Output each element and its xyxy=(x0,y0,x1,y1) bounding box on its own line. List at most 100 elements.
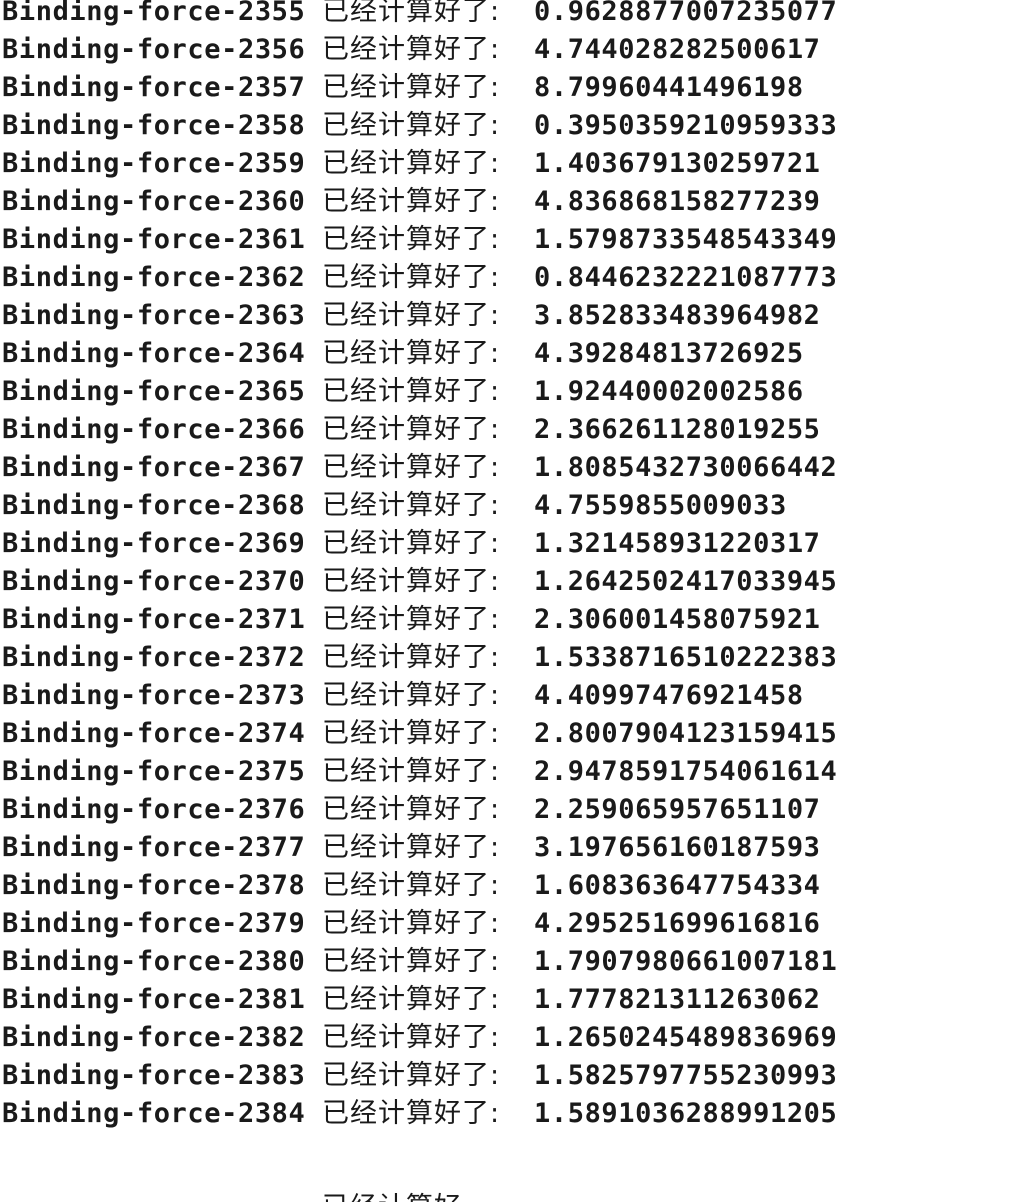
status-message: 已经计算好了: xyxy=(322,110,501,141)
binding-force-id: Binding-force-2355 xyxy=(2,0,306,27)
partial-output-line: 已经计算好 xyxy=(322,1192,462,1202)
binding-force-id: Binding-force-2379 xyxy=(2,908,306,939)
binding-force-id: Binding-force-2360 xyxy=(2,186,306,217)
binding-force-id: Binding-force-2358 xyxy=(2,110,306,141)
binding-force-id: Binding-force-2382 xyxy=(2,1022,306,1053)
binding-force-id: Binding-force-2383 xyxy=(2,1060,306,1091)
computed-value: 1.5891036288991205 xyxy=(534,1098,838,1129)
status-message: 已经计算好了: xyxy=(322,1098,501,1129)
computed-value: 3.197656160187593 xyxy=(534,832,821,863)
status-message: 已经计算好了: xyxy=(322,946,501,977)
output-line: Binding-force-2376 已经计算好了: 2.2590659576511… xyxy=(0,794,1032,834)
binding-force-id: Binding-force-2366 xyxy=(2,414,306,445)
output-line: Binding-force-2369 已经计算好了: 1.3214589312203… xyxy=(0,528,1032,568)
binding-force-id: Binding-force-2367 xyxy=(2,452,306,483)
computed-value: 1.2642502417033945 xyxy=(534,566,838,597)
binding-force-id: Binding-force-2373 xyxy=(2,680,306,711)
computed-value: 4.295251699616816 xyxy=(534,908,821,939)
computed-value: 1.5825797755230993 xyxy=(534,1060,838,1091)
binding-force-id: Binding-force-2357 xyxy=(2,72,306,103)
binding-force-id: Binding-force-2370 xyxy=(2,566,306,597)
output-line: Binding-force-2360 已经计算好了: 4.8368681582772… xyxy=(0,186,1032,226)
output-line: Binding-force-2371 已经计算好了: 2.3060014580759… xyxy=(0,604,1032,644)
computed-value: 1.777821311263062 xyxy=(534,984,821,1015)
computed-value: 0.9628877007235077 xyxy=(534,0,838,27)
output-line: Binding-force-2366 已经计算好了: 2.3662611280192… xyxy=(0,414,1032,454)
status-message: 已经计算好了: xyxy=(322,832,501,863)
output-line: Binding-force-2378 已经计算好了: 1.6083636477543… xyxy=(0,870,1032,910)
computed-value: 0.8446232221087773 xyxy=(534,262,838,293)
status-message: 已经计算好了: xyxy=(322,1022,501,1053)
computed-value: 4.40997476921458 xyxy=(534,680,804,711)
status-message: 已经计算好了: xyxy=(322,680,501,711)
output-line: Binding-force-2361 已经计算好了: 1.5798733548543… xyxy=(0,224,1032,264)
binding-force-id: Binding-force-2369 xyxy=(2,528,306,559)
status-message: 已经计算好了: xyxy=(322,528,501,559)
binding-force-id: Binding-force-2377 xyxy=(2,832,306,863)
status-message: 已经计算好了: xyxy=(322,338,501,369)
computed-value: 2.8007904123159415 xyxy=(534,718,838,749)
output-line: Binding-force-2370 已经计算好了: 1.2642502417033… xyxy=(0,566,1032,606)
status-message: 已经计算好了: xyxy=(322,566,501,597)
output-line: Binding-force-2382 已经计算好了: 1.2650245489836… xyxy=(0,1022,1032,1062)
binding-force-id: Binding-force-2372 xyxy=(2,642,306,673)
computed-value: 0.3950359210959333 xyxy=(534,110,838,141)
output-line: Binding-force-2384 已经计算好了: 1.5891036288991… xyxy=(0,1098,1032,1138)
computed-value: 2.306001458075921 xyxy=(534,604,821,635)
status-message: 已经计算好了: xyxy=(322,794,501,825)
binding-force-id: Binding-force-2359 xyxy=(2,148,306,179)
status-message: 已经计算好了: xyxy=(322,756,501,787)
status-message: 已经计算好了: xyxy=(322,148,501,179)
computed-value: 1.8085432730066442 xyxy=(534,452,838,483)
status-message: 已经计算好了: xyxy=(322,718,501,749)
partial-line-text: 已经计算好 xyxy=(322,1192,462,1202)
console-output: Binding-force-2355 已经计算好了: 0.9628877007235… xyxy=(0,0,1032,1202)
output-line: Binding-force-2379 已经计算好了: 4.2952516996168… xyxy=(0,908,1032,948)
status-message: 已经计算好了: xyxy=(322,72,501,103)
binding-force-id: Binding-force-2365 xyxy=(2,376,306,407)
output-line: Binding-force-2373 已经计算好了: 4.4099747692145… xyxy=(0,680,1032,720)
computed-value: 4.39284813726925 xyxy=(534,338,804,369)
computed-value: 1.403679130259721 xyxy=(534,148,821,179)
output-line: Binding-force-2375 已经计算好了: 2.9478591754061… xyxy=(0,756,1032,796)
status-message: 已经计算好了: xyxy=(322,452,501,483)
status-message: 已经计算好了: xyxy=(322,300,501,331)
output-line: Binding-force-2367 已经计算好了: 1.8085432730066… xyxy=(0,452,1032,492)
computed-value: 1.321458931220317 xyxy=(534,528,821,559)
binding-force-id: Binding-force-2356 xyxy=(2,34,306,65)
status-message: 已经计算好了: xyxy=(322,414,501,445)
status-message: 已经计算好了: xyxy=(322,604,501,635)
status-message: 已经计算好了: xyxy=(322,186,501,217)
binding-force-id: Binding-force-2363 xyxy=(2,300,306,331)
status-message: 已经计算好了: xyxy=(322,262,501,293)
output-line: Binding-force-2377 已经计算好了: 3.1976561601875… xyxy=(0,832,1032,872)
binding-force-id: Binding-force-2361 xyxy=(2,224,306,255)
status-message: 已经计算好了: xyxy=(322,34,501,65)
status-message: 已经计算好了: xyxy=(322,1060,501,1091)
status-message: 已经计算好了: xyxy=(322,984,501,1015)
output-line: Binding-force-2365 已经计算好了: 1.9244000200258… xyxy=(0,376,1032,416)
status-message: 已经计算好了: xyxy=(322,376,501,407)
computed-value: 2.366261128019255 xyxy=(534,414,821,445)
output-line: Binding-force-2355 已经计算好了: 0.9628877007235… xyxy=(0,0,1032,36)
computed-value: 3.852833483964982 xyxy=(534,300,821,331)
status-message: 已经计算好了: xyxy=(322,224,501,255)
output-line: Binding-force-2362 已经计算好了: 0.8446232221087… xyxy=(0,262,1032,302)
binding-force-id: Binding-force-2374 xyxy=(2,718,306,749)
status-message: 已经计算好了: xyxy=(322,908,501,939)
output-lines: Binding-force-2355 已经计算好了: 0.9628877007235… xyxy=(0,0,1032,1138)
computed-value: 4.744028282500617 xyxy=(534,34,821,65)
binding-force-id: Binding-force-2376 xyxy=(2,794,306,825)
binding-force-id: Binding-force-2380 xyxy=(2,946,306,977)
output-line: Binding-force-2383 已经计算好了: 1.5825797755230… xyxy=(0,1060,1032,1100)
binding-force-id: Binding-force-2381 xyxy=(2,984,306,1015)
output-line: Binding-force-2357 已经计算好了: 8.7996044149619… xyxy=(0,72,1032,112)
computed-value: 1.7907980661007181 xyxy=(534,946,838,977)
computed-value: 4.836868158277239 xyxy=(534,186,821,217)
status-message: 已经计算好了: xyxy=(322,642,501,673)
computed-value: 1.92440002002586 xyxy=(534,376,804,407)
output-line: Binding-force-2368 已经计算好了: 4.7559855009033 xyxy=(0,490,1032,530)
output-line: Binding-force-2381 已经计算好了: 1.7778213112630… xyxy=(0,984,1032,1024)
computed-value: 8.79960441496198 xyxy=(534,72,804,103)
computed-value: 4.7559855009033 xyxy=(534,490,787,521)
